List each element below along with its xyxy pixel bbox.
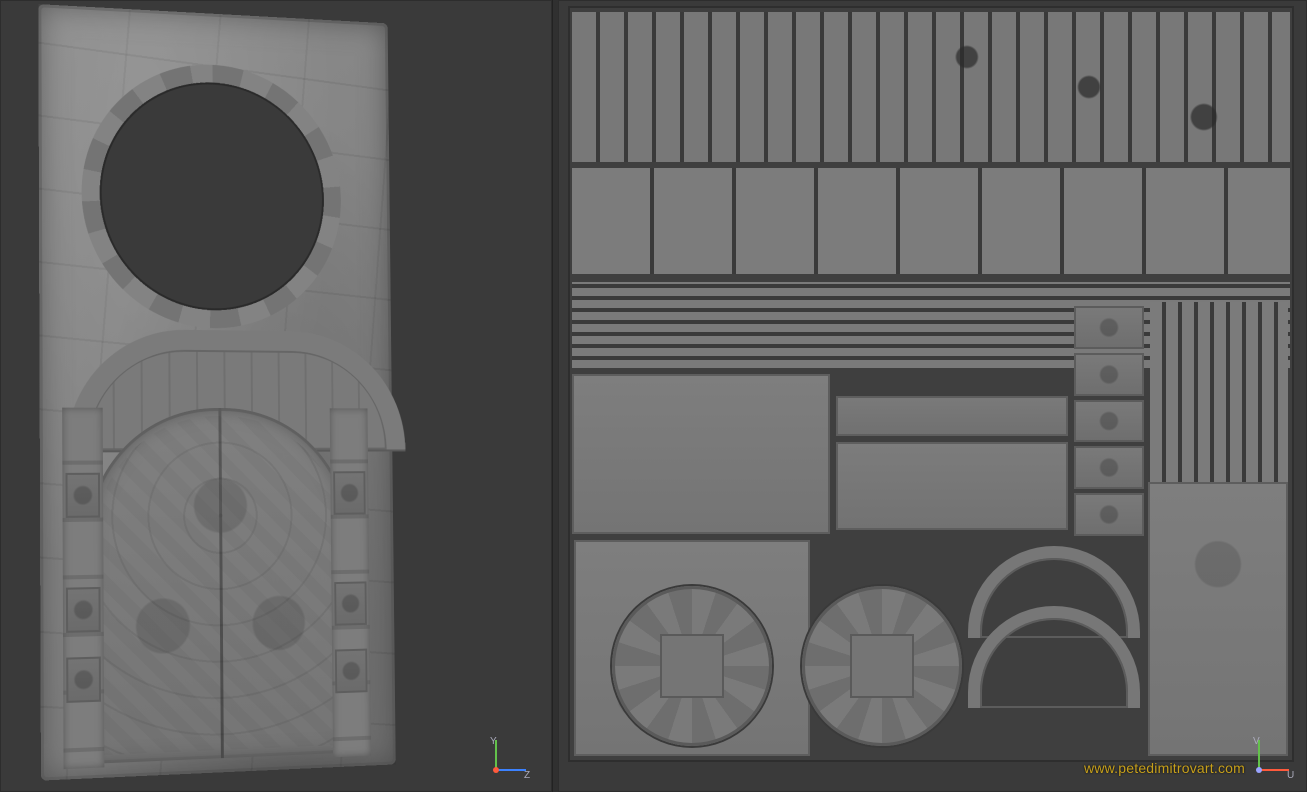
uv-island-big-panel	[572, 374, 830, 534]
uv-island-round-window-b	[802, 586, 962, 746]
uv-island-round-window-a	[612, 586, 772, 746]
uv-island-panel	[836, 442, 1068, 530]
app-root: Y Z w	[0, 0, 1307, 792]
axis-origin-dot	[493, 767, 499, 773]
uv-island-small-bricks	[572, 12, 1290, 162]
round-window-hole	[99, 77, 325, 312]
ornament-tile	[333, 471, 366, 515]
uv-island-bar	[836, 396, 1068, 436]
ornament-tile-uv	[1074, 353, 1144, 396]
watermark-link[interactable]: www.petedimitrovart.com	[1084, 760, 1245, 776]
axis-label-up: Y	[490, 736, 497, 747]
ornament-tile-uv	[1074, 400, 1144, 443]
axis-label-right: Z	[524, 770, 530, 781]
uv-axis-gizmo[interactable]: V U	[1251, 734, 1295, 778]
ornament-tile	[66, 587, 101, 633]
door-pillar-right	[330, 408, 371, 757]
uv-island-arches	[968, 546, 1140, 746]
ornament-tile	[66, 657, 101, 703]
uv-viewport[interactable]: www.petedimitrovart.com V U	[558, 0, 1307, 792]
ornament-tile-uv	[1074, 446, 1144, 489]
ornament-tile	[65, 473, 100, 518]
axis-origin-dot	[1256, 767, 1262, 773]
axis-gizmo[interactable]: Y Z	[488, 734, 532, 778]
perspective-viewport[interactable]: Y Z	[0, 0, 552, 792]
ornament-tile	[335, 649, 368, 694]
ornament-tile-uv	[1074, 493, 1144, 536]
uv-island-ornaments	[1074, 306, 1144, 536]
ornament-tile	[334, 581, 367, 625]
axis-label-u: U	[1287, 770, 1294, 781]
uv-island-large-bricks	[572, 168, 1290, 274]
uv-island-door-right	[1148, 482, 1288, 756]
model-mesh[interactable]	[38, 4, 395, 780]
door-pillar-left	[62, 408, 104, 770]
ornament-tile-uv	[1074, 306, 1144, 349]
door-panel	[87, 408, 353, 764]
axis-label-v: V	[1253, 736, 1260, 747]
uv-layout[interactable]	[568, 6, 1294, 762]
